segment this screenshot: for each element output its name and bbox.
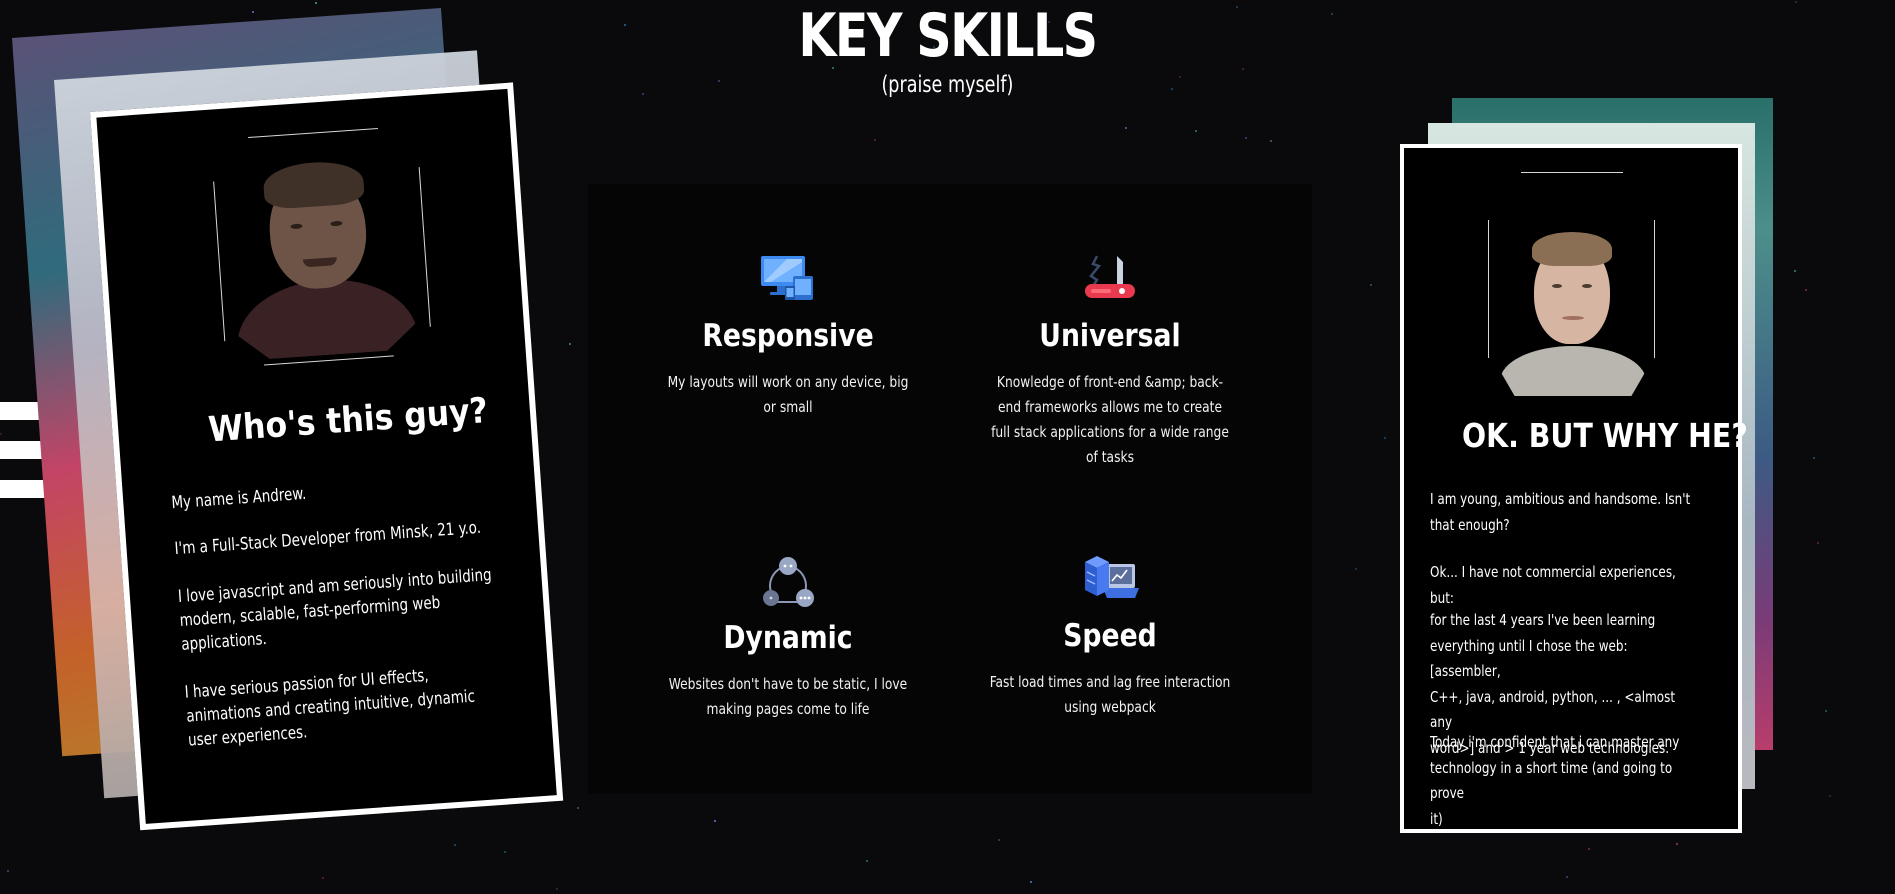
dynamic-chat-icon bbox=[763, 557, 814, 607]
skill-description: Fast load times and lag free interaction… bbox=[989, 673, 1231, 716]
star-dot bbox=[1270, 140, 1272, 142]
photo-frame-line bbox=[1521, 172, 1623, 173]
swiss-knife-icon bbox=[1085, 255, 1135, 298]
skill-title: Dynamic bbox=[723, 620, 853, 656]
star-dot bbox=[577, 807, 579, 809]
star-dot bbox=[1370, 284, 1372, 286]
star-dot bbox=[866, 860, 868, 862]
photo-frame-line bbox=[1488, 220, 1489, 358]
photo-frame-line bbox=[248, 127, 378, 139]
why-paragraph: Ok... I have not commercial experiences,… bbox=[1430, 563, 1676, 607]
skill-title: Speed bbox=[1063, 618, 1157, 654]
why-card: OK. BUT WHY HE? I am young, ambitious an… bbox=[1400, 144, 1748, 833]
skill-description: Websites don't have to be static, I love… bbox=[668, 675, 908, 718]
star-dot bbox=[1125, 127, 1127, 129]
photo-frame-line bbox=[1654, 220, 1655, 358]
star-dot bbox=[1355, 568, 1357, 570]
star-dot bbox=[998, 839, 1000, 841]
star-dot bbox=[504, 851, 506, 853]
star-dot bbox=[1566, 876, 1568, 878]
profile-photo bbox=[209, 133, 433, 362]
profile-photo bbox=[1500, 228, 1646, 396]
skill-responsive: Responsive My layouts will work on any d… bbox=[638, 254, 938, 454]
star-dot bbox=[7, 870, 9, 872]
responsive-devices-icon bbox=[761, 256, 813, 300]
star-dot bbox=[714, 820, 716, 822]
star-dot bbox=[1794, 270, 1796, 272]
why-paragraph: Today i'm confident that i can master an… bbox=[1430, 733, 1680, 828]
star-dot bbox=[1195, 130, 1197, 132]
about-paragraph: I have serious passion for UI effects, a… bbox=[184, 665, 476, 751]
speed-server-icon bbox=[1085, 556, 1139, 598]
star-dot bbox=[1829, 795, 1831, 797]
skill-title: Responsive bbox=[702, 318, 874, 354]
star-dot bbox=[1384, 437, 1386, 439]
star-dot bbox=[1825, 710, 1827, 712]
star-dot bbox=[1817, 542, 1819, 544]
skill-universal: Universal Knowledge of front-end &amp; b… bbox=[960, 254, 1260, 474]
skill-title: Universal bbox=[1039, 318, 1181, 354]
star-dot bbox=[569, 343, 571, 345]
why-heading: OK. BUT WHY HE? bbox=[1462, 416, 1748, 455]
about-heading: Who's this guy? bbox=[207, 391, 490, 451]
skills-panel: Responsive My layouts will work on any d… bbox=[588, 184, 1312, 794]
star-dot bbox=[454, 844, 456, 846]
star-dot bbox=[1795, 1, 1797, 3]
star-dot bbox=[322, 877, 324, 879]
star-dot bbox=[874, 139, 876, 141]
why-paragraph: I am young, ambitious and handsome. Isn'… bbox=[1430, 490, 1691, 534]
about-card: Who's this guy? My name is Andrew. I'm a… bbox=[90, 82, 564, 831]
star-dot bbox=[1805, 289, 1807, 291]
about-paragraph: My name is Andrew. bbox=[170, 483, 307, 514]
skill-dynamic: Dynamic Websites don't have to be static… bbox=[638, 556, 938, 756]
star-dot bbox=[1245, 137, 1247, 139]
star-dot bbox=[556, 888, 558, 890]
star-dot bbox=[1030, 881, 1032, 883]
about-paragraph: I love javascript and am seriously into … bbox=[177, 565, 493, 655]
skill-description: My layouts will work on any device, big … bbox=[667, 373, 909, 416]
skill-description: Knowledge of front-end &amp; back-end fr… bbox=[991, 373, 1229, 466]
star-dot bbox=[1676, 843, 1678, 845]
star-dot bbox=[1813, 457, 1815, 459]
about-paragraph: I'm a Full-Stack Developer from Minsk, 2… bbox=[174, 517, 482, 560]
star-dot bbox=[1588, 848, 1590, 850]
page: KEY SKILLS (praise myself) Who's this gu… bbox=[0, 0, 1895, 894]
skill-speed: Speed Fast load times and lag free inter… bbox=[960, 554, 1260, 754]
